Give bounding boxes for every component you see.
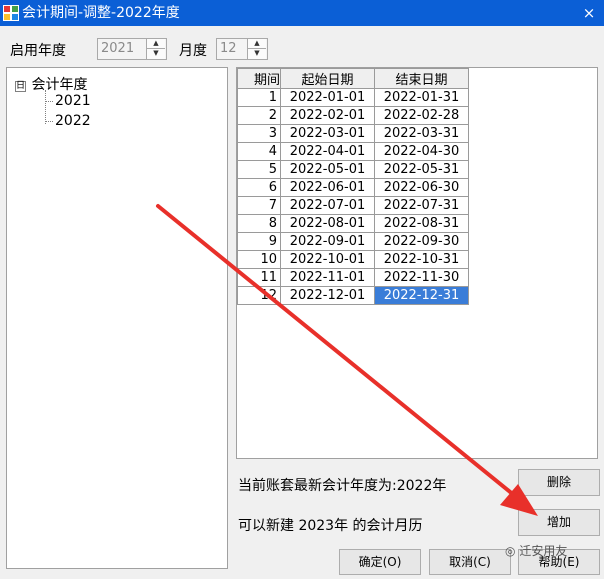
start-year-value: 2021 (101, 41, 135, 56)
app-icon (3, 5, 19, 21)
ok-button[interactable]: 确定(O) (339, 549, 421, 575)
cell-period[interactable]: 8 (237, 214, 281, 233)
new-calendar-info: 可以新建 2023年 的会计月历 (238, 518, 423, 534)
window-title: 会计期间-调整-2022年度 (22, 5, 180, 21)
period-grid[interactable]: 期间 起始日期 结束日期 1 2022-01-01 2022-01-31 2 2022-… (236, 67, 598, 459)
table-row[interactable]: 3 2022-03-01 2022-03-31 (237, 124, 469, 143)
cell-end-date[interactable]: 2022-10-31 (374, 250, 469, 269)
tree-root[interactable]: 日 会计年度 (15, 74, 87, 94)
cell-end-date[interactable]: 2022-07-31 (374, 196, 469, 215)
cell-start-date[interactable]: 2022-12-01 (280, 286, 375, 305)
start-year-spinner[interactable]: 2021 ▲ ▼ (97, 38, 167, 60)
month-label: 月度 (179, 43, 207, 59)
cell-period[interactable]: 6 (237, 178, 281, 197)
watermark: ◎ 迁安用友 (505, 542, 567, 559)
table-row[interactable]: 4 2022-04-01 2022-04-30 (237, 142, 469, 161)
cell-end-date[interactable]: 2022-04-30 (374, 142, 469, 161)
cell-period[interactable]: 5 (237, 160, 281, 179)
cell-start-date[interactable]: 2022-11-01 (280, 268, 375, 287)
title-bar: 会计期间-调整-2022年度 × (0, 0, 604, 26)
table-row[interactable]: 5 2022-05-01 2022-05-31 (237, 160, 469, 179)
cell-end-date[interactable]: 2022-09-30 (374, 232, 469, 251)
period-table: 期间 起始日期 结束日期 1 2022-01-01 2022-01-31 2 2022-… (237, 68, 469, 305)
table-row[interactable]: 10 2022-10-01 2022-10-31 (237, 250, 469, 269)
cell-period[interactable]: 9 (237, 232, 281, 251)
delete-button[interactable]: 删除 (518, 469, 600, 496)
tree-item-2022[interactable]: 2022 (55, 113, 91, 129)
month-value: 12 (220, 41, 237, 56)
tree-connector (45, 101, 53, 102)
table-row[interactable]: 1 2022-01-01 2022-01-31 (237, 88, 469, 107)
tree-connector (45, 121, 53, 122)
cell-period[interactable]: 7 (237, 196, 281, 215)
wechat-icon: ◎ (505, 544, 516, 558)
cell-start-date[interactable]: 2022-07-01 (280, 196, 375, 215)
add-button[interactable]: 增加 (518, 509, 600, 536)
start-year-up-button[interactable]: ▲ (146, 39, 165, 49)
tree-connector (45, 90, 46, 124)
cell-start-date[interactable]: 2022-10-01 (280, 250, 375, 269)
tree-expander-icon[interactable]: 日 (15, 81, 26, 92)
cell-period[interactable]: 3 (237, 124, 281, 143)
table-row[interactable]: 9 2022-09-01 2022-09-30 (237, 232, 469, 251)
cell-end-date[interactable]: 2022-03-31 (374, 124, 469, 143)
cell-end-date[interactable]: 2022-06-30 (374, 178, 469, 197)
cell-start-date[interactable]: 2022-06-01 (280, 178, 375, 197)
table-header-row: 期间 起始日期 结束日期 (237, 68, 469, 89)
cancel-button[interactable]: 取消(C) (429, 549, 511, 575)
cell-period[interactable]: 4 (237, 142, 281, 161)
year-tree[interactable]: 日 会计年度 2021 2022 (6, 67, 228, 569)
tree-root-label: 会计年度 (31, 77, 88, 93)
column-header-start-date: 起始日期 (280, 68, 375, 89)
cell-period[interactable]: 10 (237, 250, 281, 269)
column-header-period: 期间 (237, 68, 281, 89)
cell-start-date[interactable]: 2022-02-01 (280, 106, 375, 125)
month-spinner[interactable]: 12 ▲ ▼ (216, 38, 268, 60)
tree-item-2021[interactable]: 2021 (55, 93, 91, 109)
cell-period[interactable]: 12 (237, 286, 281, 305)
table-row[interactable]: 2 2022-02-01 2022-02-28 (237, 106, 469, 125)
table-row[interactable]: 7 2022-07-01 2022-07-31 (237, 196, 469, 215)
close-button[interactable]: × (578, 2, 600, 24)
latest-year-info: 当前账套最新会计年度为:2022年 (238, 478, 447, 494)
month-down-button[interactable]: ▼ (247, 49, 266, 59)
column-header-end-date: 结束日期 (374, 68, 469, 89)
table-row[interactable]: 6 2022-06-01 2022-06-30 (237, 178, 469, 197)
cell-period[interactable]: 2 (237, 106, 281, 125)
start-year-label: 启用年度 (10, 43, 66, 59)
start-year-down-button[interactable]: ▼ (146, 49, 165, 59)
cell-end-date[interactable]: 2022-08-31 (374, 214, 469, 233)
cell-start-date[interactable]: 2022-08-01 (280, 214, 375, 233)
table-row[interactable]: 11 2022-11-01 2022-11-30 (237, 268, 469, 287)
cell-start-date[interactable]: 2022-05-01 (280, 160, 375, 179)
cell-end-date[interactable]: 2022-05-31 (374, 160, 469, 179)
cell-end-date[interactable]: 2022-12-31 (374, 286, 469, 305)
cell-start-date[interactable]: 2022-03-01 (280, 124, 375, 143)
cell-start-date[interactable]: 2022-04-01 (280, 142, 375, 161)
cell-period[interactable]: 11 (237, 268, 281, 287)
watermark-text: 迁安用友 (519, 544, 568, 558)
table-row[interactable]: 8 2022-08-01 2022-08-31 (237, 214, 469, 233)
cell-start-date[interactable]: 2022-01-01 (280, 88, 375, 107)
cell-end-date[interactable]: 2022-11-30 (374, 268, 469, 287)
cell-period[interactable]: 1 (237, 88, 281, 107)
cell-start-date[interactable]: 2022-09-01 (280, 232, 375, 251)
month-up-button[interactable]: ▲ (247, 39, 266, 49)
table-row[interactable]: 12 2022-12-01 2022-12-31 (237, 286, 469, 305)
cell-end-date[interactable]: 2022-01-31 (374, 88, 469, 107)
cell-end-date[interactable]: 2022-02-28 (374, 106, 469, 125)
